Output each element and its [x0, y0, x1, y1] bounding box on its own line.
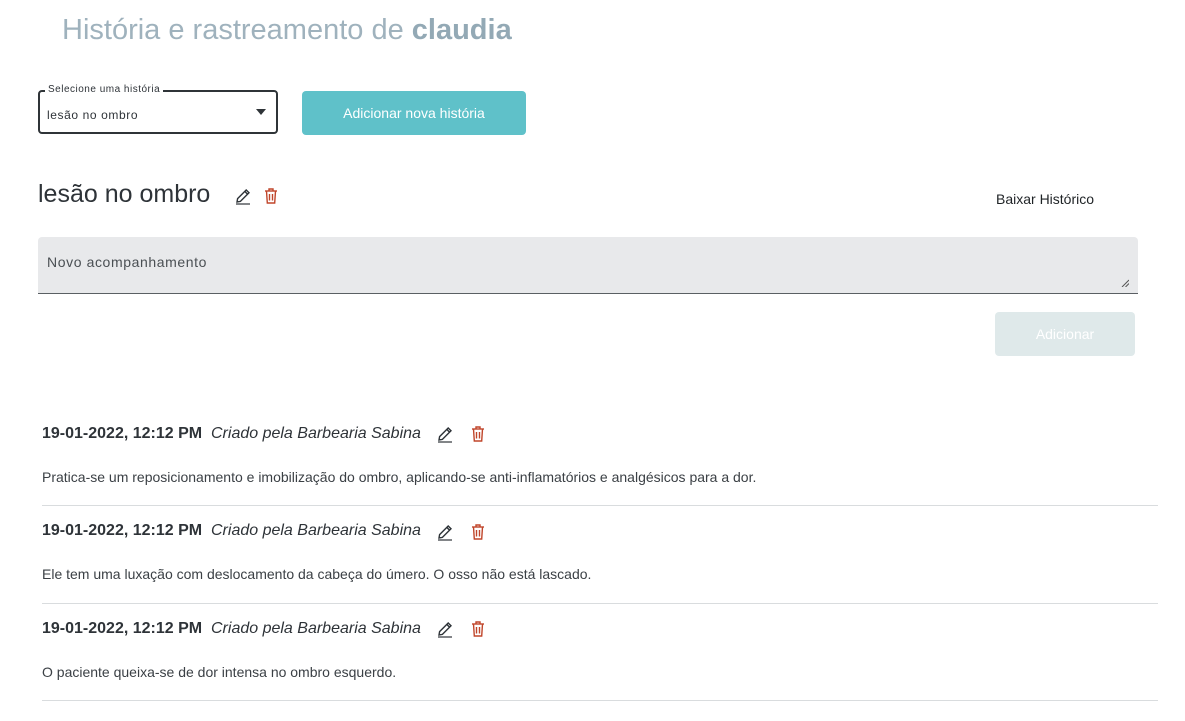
delete-entry-icon[interactable] — [469, 620, 487, 638]
history-title: lesão no ombro — [38, 180, 211, 208]
entry-author: Criado pela Barbearia Sabina — [211, 522, 421, 539]
entry-author: Criado pela Barbearia Sabina — [211, 620, 421, 637]
entry-date: 19-01-2022, 12:12 PM — [42, 522, 203, 539]
edit-entry-icon[interactable] — [436, 425, 454, 443]
resize-grip-icon[interactable] — [1121, 279, 1129, 287]
entry-author: Criado pela Barbearia Sabina — [211, 425, 421, 442]
edit-entry-icon[interactable] — [436, 620, 454, 638]
delete-entry-icon[interactable] — [469, 425, 487, 443]
history-select-label: Selecione uma história — [45, 84, 164, 95]
entry-divider — [42, 700, 1158, 701]
entry-date: 19-01-2022, 12:12 PM — [42, 620, 203, 637]
delete-history-icon[interactable] — [262, 187, 280, 205]
page-title: História e rastreamento de claudia — [62, 14, 512, 47]
entry-text: Pratica-se um reposicionamento e imobili… — [42, 469, 757, 485]
edit-entry-icon[interactable] — [436, 523, 454, 541]
entry-text: O paciente queixa-se de dor intensa no o… — [42, 664, 397, 680]
entry-date: 19-01-2022, 12:12 PM — [42, 425, 203, 442]
page: História e rastreamento de claudia Selec… — [0, 0, 1185, 721]
add-history-button[interactable]: Adicionar nova história — [302, 91, 526, 135]
page-title-prefix: História e rastreamento de — [62, 14, 404, 46]
download-history-link[interactable]: Baixar Histórico — [996, 191, 1094, 207]
followup-input[interactable] — [38, 237, 1138, 293]
caret-down-icon — [256, 109, 266, 115]
entry-divider — [42, 505, 1158, 506]
delete-entry-icon[interactable] — [469, 523, 487, 541]
history-select[interactable]: Selecione uma história lesão no ombro — [38, 84, 278, 134]
entry-text: Ele tem uma luxação com deslocamento da … — [42, 566, 592, 582]
add-followup-button[interactable]: Adicionar — [995, 312, 1135, 356]
followup-field[interactable] — [38, 237, 1138, 294]
edit-history-icon[interactable] — [234, 187, 252, 205]
patient-name: claudia — [411, 14, 512, 46]
history-select-value: lesão no ombro — [47, 108, 139, 122]
entry-divider — [42, 603, 1158, 604]
